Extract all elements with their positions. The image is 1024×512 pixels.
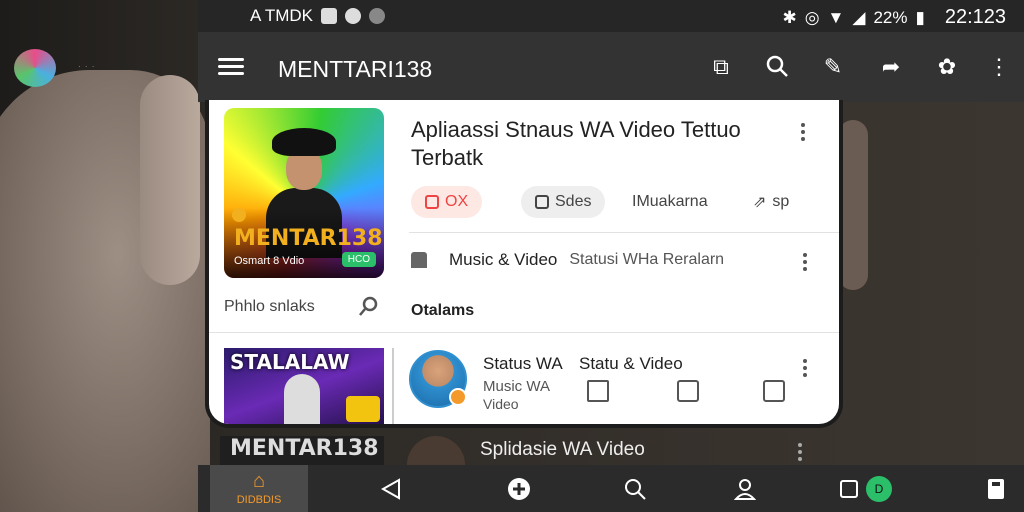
status-right: ✱ ◎ ▼ ◢ 22% ▮ 22:123 xyxy=(782,6,1006,29)
ox-chip[interactable]: OX xyxy=(411,186,483,218)
item-more-icon[interactable] xyxy=(803,356,809,380)
content-card: MENTAR138 Osmart 8 Vdio HCO Apliaassi St… xyxy=(205,100,843,428)
shield-icon xyxy=(368,8,385,24)
bottom-navigation: ⌂ DIDBDIS D xyxy=(198,465,1024,512)
search-icon[interactable] xyxy=(764,54,790,80)
nav-save[interactable] xyxy=(984,465,1008,512)
lower-more-icon[interactable] xyxy=(798,440,804,464)
nav-search[interactable] xyxy=(620,465,650,512)
window-icon[interactable] xyxy=(763,380,785,402)
featured-caption: Osmart 8 Vdio xyxy=(234,255,305,267)
cast-icon[interactable]: ⧉ xyxy=(708,54,734,80)
status-bar: A TMDK ✱ ◎ ▼ ◢ 22% ▮ 22:123 xyxy=(198,0,1024,32)
profile-icon xyxy=(734,478,756,500)
featured-thumbnail[interactable]: MENTAR138 Osmart 8 Vdio HCO xyxy=(224,108,384,278)
divider xyxy=(409,232,839,233)
search-label: Phhlo snlaks xyxy=(224,298,315,315)
sp-chip[interactable]: ⇗ sp xyxy=(753,186,789,218)
category-icon xyxy=(411,252,427,268)
ox-label: OX xyxy=(445,193,469,210)
category-subtitle: Statusi WHa Reralarn xyxy=(569,251,725,268)
featured-brand: MENTAR138 xyxy=(234,226,383,251)
overflow-menu-icon[interactable]: ⋮ xyxy=(986,54,1012,80)
location-icon xyxy=(344,8,361,24)
share-icon[interactable]: ➦ xyxy=(878,54,904,80)
lower-thumbnail-title: MENTAR138 xyxy=(230,436,379,461)
battery-icon: ▮ xyxy=(915,7,925,27)
category-row[interactable]: Music & Video Statusi WHa Reralarn xyxy=(411,248,831,272)
bluetooth-icon: ✱ xyxy=(782,7,797,27)
battery-percent: 22% xyxy=(873,7,908,27)
video-thumbnail[interactable]: STALALAW xyxy=(224,348,384,424)
section-heading: Otalams xyxy=(411,302,475,319)
nav-add[interactable] xyxy=(504,465,534,512)
ox-icon xyxy=(425,195,439,209)
featured-badge: HCO xyxy=(341,252,376,267)
sdes-chip[interactable]: Sdes xyxy=(521,186,606,218)
status-left: A TMDK xyxy=(250,6,385,26)
nav-library[interactable]: D xyxy=(834,465,898,512)
sdes-label: Sdes xyxy=(555,193,592,210)
avatar-status-icon xyxy=(449,388,467,406)
item-subtitle: Music WA xyxy=(483,378,550,395)
thumbnail-title: STALALAW xyxy=(230,350,350,374)
vertical-divider xyxy=(392,348,394,424)
guitarist xyxy=(284,374,320,424)
bookmark-icon xyxy=(988,478,1004,499)
featured-more-icon[interactable] xyxy=(801,120,807,144)
share-arrow-icon: ⇗ xyxy=(753,194,767,211)
library-badge: D xyxy=(866,475,892,502)
comment-icon xyxy=(535,195,549,209)
featured-title[interactable]: Apliaassi Stnaus WA Video Tettuo Terbatk xyxy=(411,116,771,172)
divider xyxy=(209,332,839,333)
notification-icon xyxy=(320,8,337,24)
app-bar: MENTTARI138 ⧉ ✎ ➦ ✿ ⋮ xyxy=(198,32,1024,102)
lower-item-title[interactable]: Splidasie WA Video xyxy=(480,439,645,461)
featured-dot-icon xyxy=(232,208,246,222)
item-title-2[interactable]: Statu & Video xyxy=(579,354,683,374)
hamburger-menu-icon[interactable] xyxy=(218,54,244,80)
signal-icon: ◢ xyxy=(852,7,866,27)
apps-icon[interactable]: ✿ xyxy=(934,54,960,80)
clock: 22:123 xyxy=(944,6,1006,28)
wifi-icon: ▼ xyxy=(827,7,845,27)
thumb xyxy=(140,75,200,285)
nav-back[interactable] xyxy=(376,465,406,512)
search-nav-icon xyxy=(625,478,646,500)
home-icon: ⌂ xyxy=(252,469,266,492)
item-subtitle-2: Video xyxy=(483,396,519,412)
background-logo-text: · · · xyxy=(78,62,96,71)
video-thumbnail-lower[interactable]: MENTAR138 xyxy=(220,436,384,466)
nav-home[interactable]: ⌂ DIDBDIS xyxy=(210,465,308,512)
muakarna-label: IMuakarna xyxy=(632,193,708,210)
status-left-text: A TMDK xyxy=(250,6,313,25)
app-title: MENTTARI138 xyxy=(278,56,433,82)
category-title: Music & Video xyxy=(449,250,558,269)
back-icon xyxy=(381,477,400,500)
thumbnail-badge xyxy=(346,396,380,422)
add-icon xyxy=(508,477,530,500)
pin-icon[interactable]: ✎ xyxy=(820,54,846,80)
item-title[interactable]: Status WA xyxy=(483,354,563,374)
background-logo-icon xyxy=(14,49,56,87)
book-icon[interactable] xyxy=(677,380,699,402)
upload-icon[interactable] xyxy=(587,380,609,402)
category-more-icon[interactable] xyxy=(803,250,809,274)
nav-profile[interactable] xyxy=(730,465,760,512)
muakarna-chip[interactable]: IMuakarna xyxy=(632,186,708,218)
library-icon xyxy=(840,479,858,498)
sp-label: sp xyxy=(772,193,790,210)
nav-home-label: DIDBDIS xyxy=(236,493,282,506)
search-small-icon[interactable] xyxy=(359,296,379,316)
alarm-icon: ◎ xyxy=(804,7,820,27)
